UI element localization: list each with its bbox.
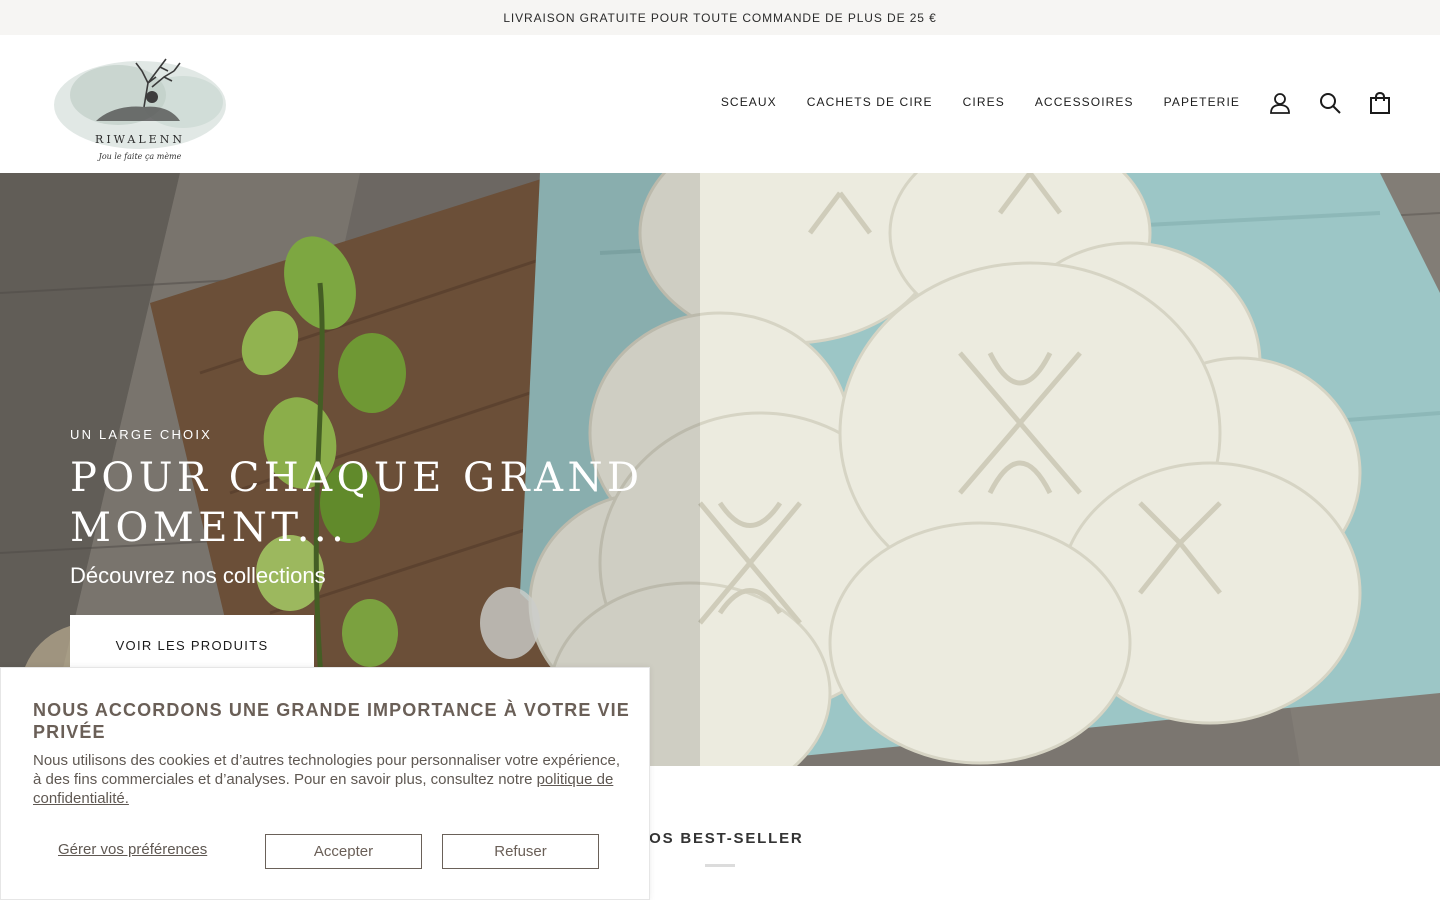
hero-title: POUR CHAQUE GRAND MOMENT... [70, 455, 644, 551]
cookie-banner: NOUS ACCORDONS UNE GRANDE IMPORTANCE À V… [0, 667, 650, 900]
cookie-body: Nous utilisons des cookies et d’autres t… [33, 752, 620, 788]
logo-wordmark: RIWALENN [95, 133, 185, 146]
logo-image: RIWALENN Jou le faite ça mème [54, 58, 226, 161]
view-products-button[interactable]: VOIR LES PRODUITS [70, 615, 314, 675]
logo-tagline: Jou le faite ça mème [97, 152, 182, 161]
nav-sceaux[interactable]: SCEAUX [721, 95, 777, 109]
announcement-bar: LIVRAISON GRATUITE POUR TOUTE COMMANDE D… [0, 0, 1440, 35]
cart-icon[interactable] [1368, 91, 1392, 115]
cookie-text: Nous utilisons des cookies et d’autres t… [33, 751, 623, 808]
hero-subtitle: Découvrez nos collections [70, 563, 326, 588]
nav-accessoires[interactable]: ACCESSOIRES [1035, 95, 1134, 109]
search-icon[interactable] [1318, 91, 1342, 115]
hero-kicker: UN LARGE CHOIX [70, 427, 213, 442]
announcement-text: LIVRAISON GRATUITE POUR TOUTE COMMANDE D… [503, 10, 937, 25]
nav-cachets-de-cire[interactable]: CACHETS DE CIRE [807, 95, 933, 109]
nav-papeterie[interactable]: PAPETERIE [1164, 95, 1240, 109]
nav-cires[interactable]: CIRES [963, 95, 1005, 109]
heading-divider [705, 864, 735, 867]
main-nav: SCEAUX CACHETS DE CIRE CIRES ACCESSOIRES… [721, 95, 1240, 109]
accept-button[interactable]: Accepter [265, 834, 422, 869]
site-logo[interactable]: RIWALENN Jou le faite ça mème [48, 47, 232, 167]
site-header: RIWALENN Jou le faite ça mème SCEAUX CAC… [0, 35, 1440, 173]
cookie-title: NOUS ACCORDONS UNE GRANDE IMPORTANCE À V… [33, 700, 630, 742]
refuse-button[interactable]: Refuser [442, 834, 599, 869]
account-icon[interactable] [1268, 91, 1292, 115]
manage-preferences-link[interactable]: Gérer vos préférences [58, 841, 207, 858]
